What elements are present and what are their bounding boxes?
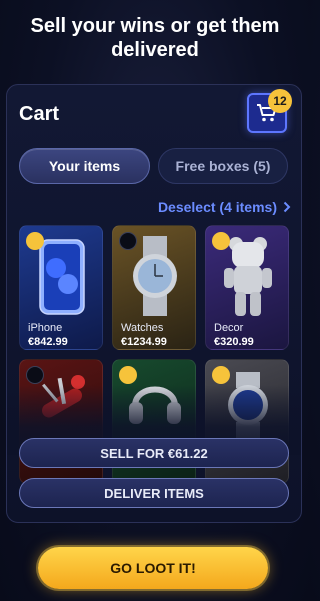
selected-check-icon[interactable] xyxy=(119,366,137,384)
deselect-label: Deselect (4 items) xyxy=(157,199,277,215)
unselected-check-icon[interactable] xyxy=(26,366,44,384)
cart-count-badge: 12 xyxy=(268,89,292,113)
tab-free-boxes[interactable]: Free boxes (5) xyxy=(158,148,288,184)
bear-figure-icon xyxy=(224,237,272,316)
tab-your-items[interactable]: Your items xyxy=(19,148,150,184)
item-card[interactable]: iPhone €842.99 xyxy=(19,225,103,350)
item-card[interactable]: Watches €1234.99 xyxy=(112,225,196,350)
selected-check-icon[interactable] xyxy=(26,232,44,250)
item-card[interactable]: Decor €320.99 xyxy=(205,225,289,350)
selected-check-icon[interactable] xyxy=(212,366,230,384)
wristwatch-icon xyxy=(228,372,268,438)
iphone-icon xyxy=(39,239,85,315)
item-price: €1234.99 xyxy=(121,336,167,348)
cart-title: Cart xyxy=(19,103,60,125)
item-name: iPhone xyxy=(28,322,63,334)
selected-check-icon[interactable] xyxy=(212,232,230,250)
unselected-check-icon[interactable] xyxy=(119,232,137,250)
go-loot-it-button[interactable]: GO LOOT IT! xyxy=(38,547,268,589)
page-headline: Sell your wins or get them delivered xyxy=(30,15,280,61)
watch-icon xyxy=(133,236,177,316)
deliver-items-button[interactable]: DELIVER ITEMS xyxy=(19,478,289,508)
item-price: €842.99 xyxy=(28,336,68,348)
deselect-link[interactable]: Deselect (4 items) xyxy=(158,199,291,215)
cart-panel: Cart 12 Your items Free boxes (5) Desele… xyxy=(6,84,302,523)
item-name: Watches xyxy=(121,322,164,334)
item-price: €320.99 xyxy=(214,336,254,348)
sell-button[interactable]: SELL FOR €61.22 xyxy=(19,438,289,468)
item-name: Decor xyxy=(214,322,244,334)
chevron-right-icon xyxy=(283,201,291,213)
